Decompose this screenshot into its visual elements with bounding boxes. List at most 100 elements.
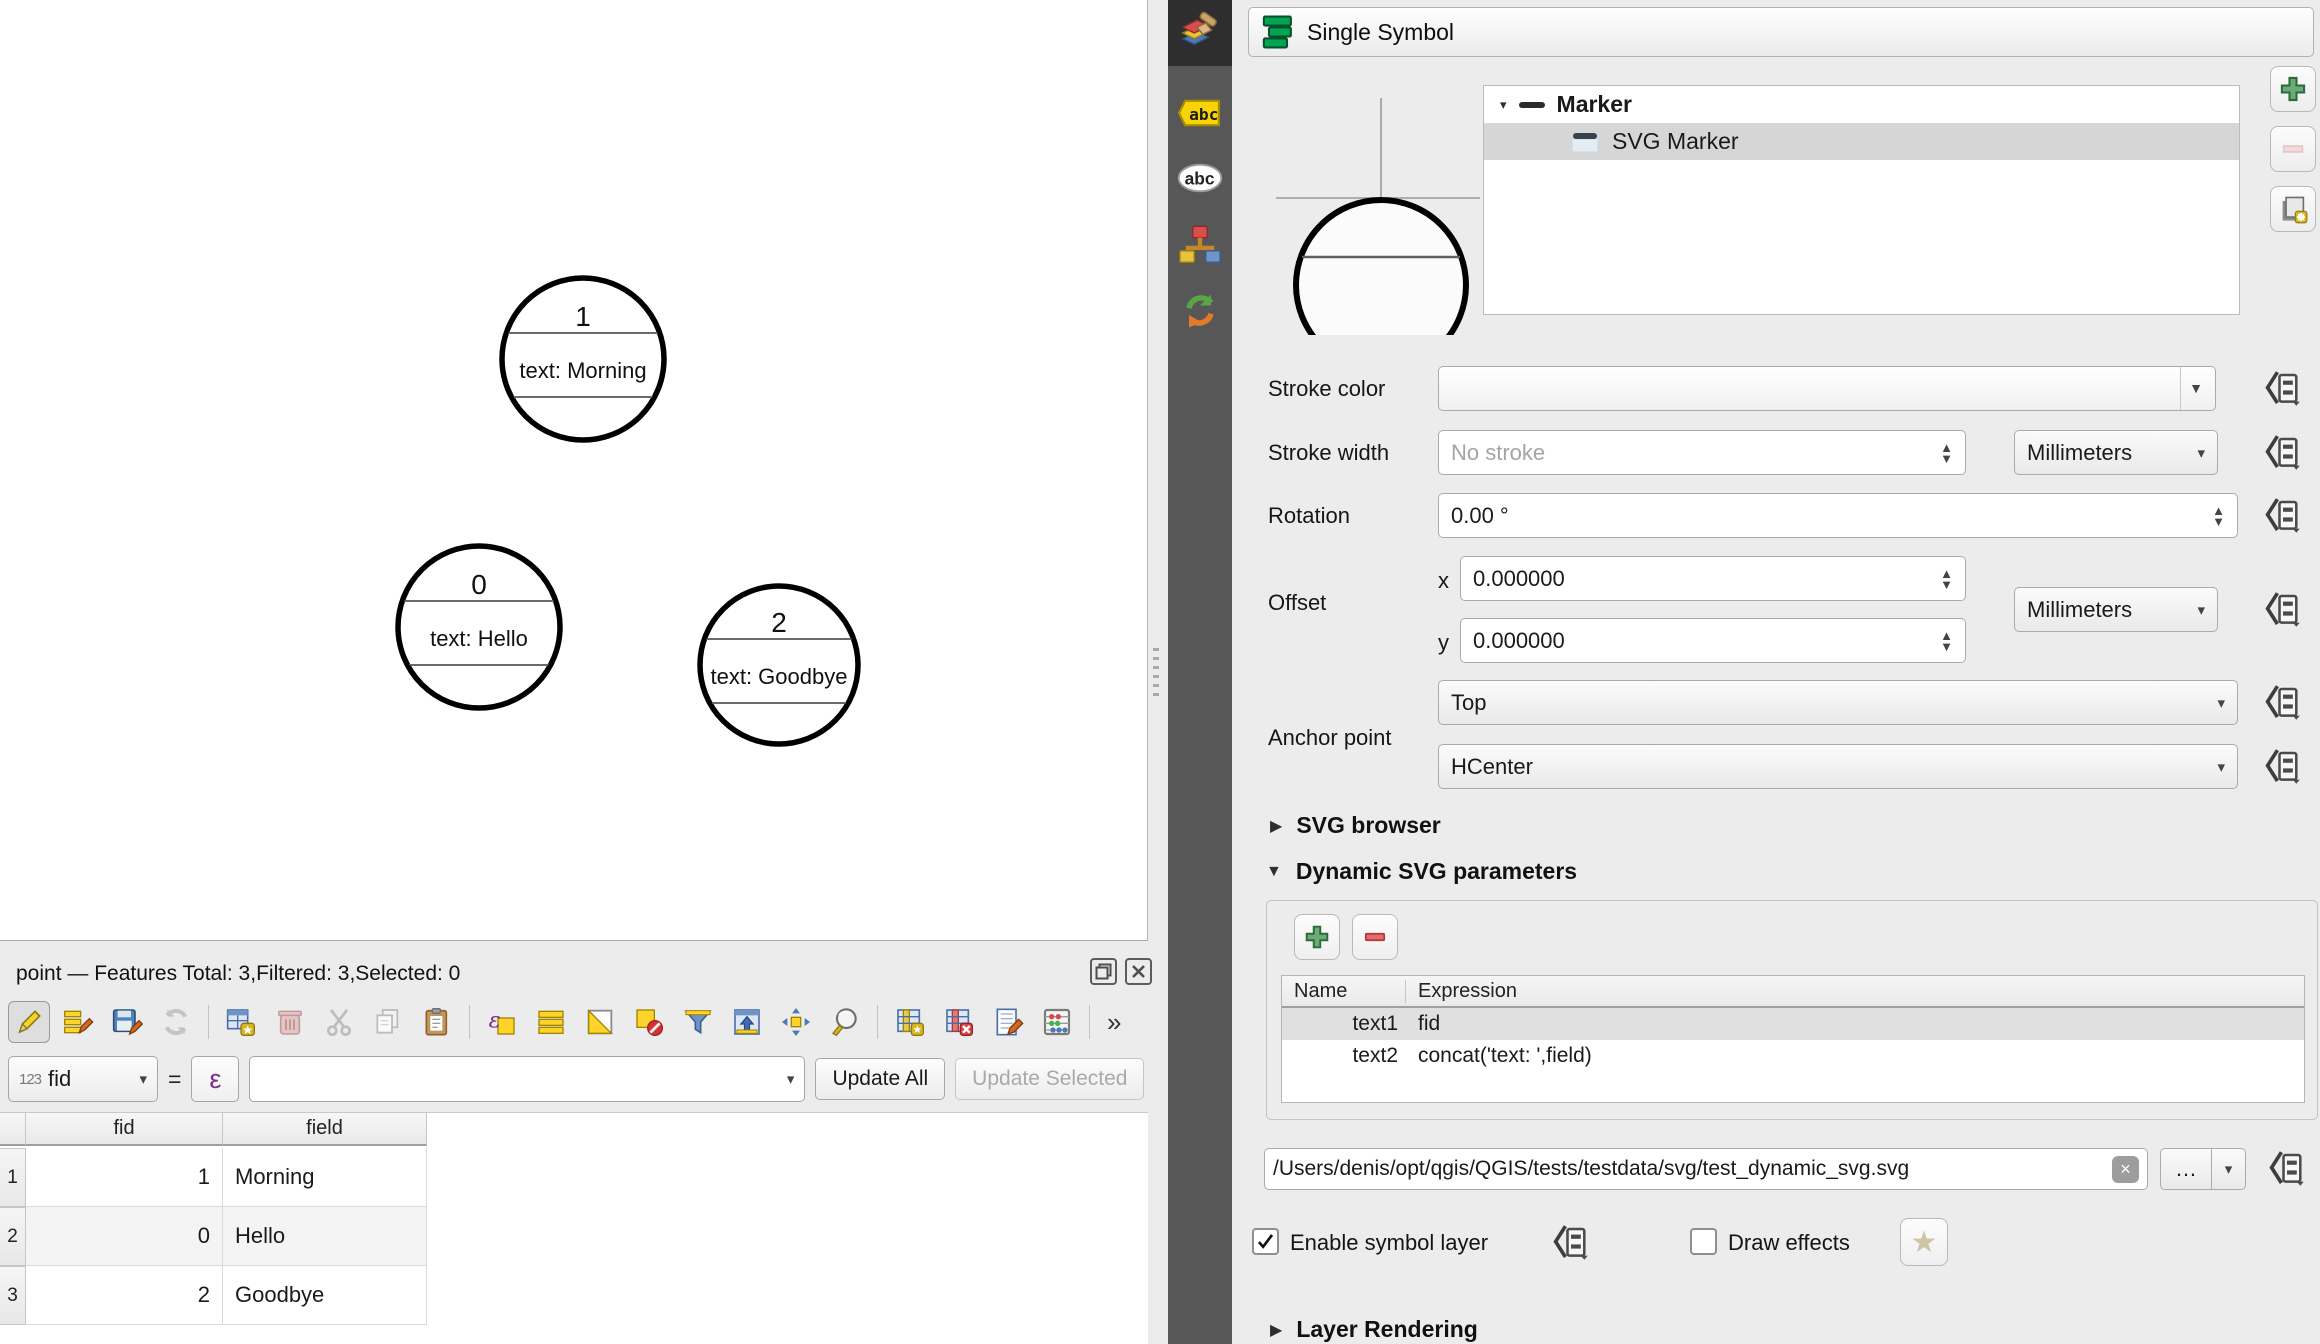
spin-down-icon[interactable]: ▼ bbox=[2212, 515, 2225, 528]
layer-rendering-section-header[interactable]: ▶ Layer Rendering bbox=[1270, 1316, 1478, 1343]
copy-button[interactable] bbox=[367, 1001, 409, 1043]
data-defined-override-button[interactable] bbox=[2262, 682, 2304, 724]
expression-input[interactable]: ▾ bbox=[249, 1056, 806, 1102]
update-all-button[interactable]: Update All bbox=[815, 1058, 946, 1100]
invert-selection-button[interactable] bbox=[579, 1001, 621, 1043]
tab-masks[interactable]: abc bbox=[1168, 145, 1232, 211]
toolbar-overflow-button[interactable]: » bbox=[1101, 1007, 1127, 1038]
data-defined-override-button[interactable] bbox=[2266, 1148, 2308, 1190]
parameter-row[interactable]: text1 fid bbox=[1282, 1008, 2304, 1040]
stroke-width-unit-combo[interactable]: Millimeters ▾ bbox=[2014, 430, 2218, 475]
stroke-width-placeholder: No stroke bbox=[1451, 439, 1546, 465]
offset-unit-combo[interactable]: Millimeters ▾ bbox=[2014, 587, 2218, 632]
row-number[interactable]: 2 bbox=[0, 1207, 26, 1266]
data-defined-override-button[interactable] bbox=[2262, 495, 2304, 537]
cut-button[interactable] bbox=[318, 1001, 360, 1043]
pan-to-selection-button[interactable] bbox=[775, 1001, 817, 1043]
add-symbol-layer-button[interactable] bbox=[2270, 66, 2316, 112]
field-selector-combo[interactable]: 123 fid ▾ bbox=[8, 1056, 158, 1102]
save-edits-button[interactable] bbox=[106, 1001, 148, 1043]
corner-header[interactable] bbox=[0, 1113, 26, 1146]
customize-effects-button[interactable]: ★ bbox=[1900, 1218, 1948, 1266]
grid-cell-fid[interactable]: 1 bbox=[26, 1148, 223, 1207]
grid-cell-fid[interactable]: 2 bbox=[26, 1266, 223, 1325]
add-feature-button[interactable] bbox=[220, 1001, 262, 1043]
paste-button[interactable] bbox=[416, 1001, 458, 1043]
spin-down-icon[interactable]: ▼ bbox=[1940, 578, 1953, 591]
multiedit-button[interactable] bbox=[57, 1001, 99, 1043]
tab-history[interactable] bbox=[1168, 278, 1232, 344]
chevron-down-icon[interactable]: ▾ bbox=[2212, 1148, 2246, 1190]
data-defined-override-button[interactable] bbox=[2262, 368, 2304, 410]
grid-cell-field[interactable]: Goodbye bbox=[223, 1266, 427, 1325]
chevron-down-icon[interactable]: ▼ bbox=[2180, 367, 2203, 410]
offset-label: Offset bbox=[1268, 590, 1327, 615]
filter-select-button[interactable] bbox=[677, 1001, 719, 1043]
renderer-header[interactable]: Single Symbol bbox=[1248, 7, 2314, 57]
chevron-down-icon: ▾ bbox=[2197, 444, 2205, 462]
svg-marker-thumbnail bbox=[1571, 132, 1599, 152]
browse-button[interactable]: … bbox=[2160, 1148, 2212, 1190]
tab-symbology[interactable] bbox=[1168, 0, 1232, 66]
column-header-fid[interactable]: fid bbox=[26, 1113, 223, 1146]
reload-table-button[interactable] bbox=[155, 1001, 197, 1043]
data-defined-override-button[interactable] bbox=[2262, 589, 2304, 631]
row-number[interactable]: 1 bbox=[0, 1148, 26, 1207]
tab-styles[interactable] bbox=[1168, 212, 1232, 278]
close-window-button[interactable] bbox=[1125, 958, 1152, 985]
map-canvas[interactable]: 1 text: Morning 0 text: Hello 2 text: Go… bbox=[0, 0, 1148, 941]
collapsed-section-icon: ▶ bbox=[1270, 1321, 1283, 1339]
clear-path-icon[interactable]: × bbox=[2112, 1155, 2139, 1183]
enable-symbol-layer-checkbox[interactable] bbox=[1252, 1228, 1279, 1255]
zoom-to-selection-button[interactable] bbox=[824, 1001, 866, 1043]
offset-y-input[interactable]: 0.000000 ▲ ▼ bbox=[1460, 618, 1966, 663]
draw-effects-checkbox[interactable] bbox=[1690, 1228, 1717, 1255]
grid-cell-fid[interactable]: 0 bbox=[26, 1207, 223, 1266]
data-defined-override-button[interactable] bbox=[1550, 1222, 1592, 1264]
undock-window-button[interactable] bbox=[1090, 958, 1117, 985]
tree-expanded-icon[interactable]: ▾ bbox=[1500, 97, 1507, 113]
deselect-all-button[interactable] bbox=[628, 1001, 670, 1043]
row-number[interactable]: 3 bbox=[0, 1266, 26, 1325]
vertical-splitter-handle[interactable] bbox=[1153, 642, 1159, 698]
dynamic-svg-section-header[interactable]: ▼ Dynamic SVG parameters bbox=[1266, 858, 1577, 885]
offset-x-input[interactable]: 0.000000 ▲ ▼ bbox=[1460, 556, 1966, 601]
save-icon bbox=[112, 1009, 143, 1036]
column-header-field[interactable]: field bbox=[223, 1113, 427, 1146]
add-parameter-button[interactable] bbox=[1294, 914, 1340, 960]
toggle-editing-button[interactable] bbox=[8, 1001, 50, 1043]
new-field-button[interactable] bbox=[889, 1001, 931, 1043]
data-defined-override-button[interactable] bbox=[2262, 746, 2304, 788]
grid-cell-field[interactable]: Morning bbox=[223, 1148, 427, 1207]
grid-cell-field[interactable]: Hello bbox=[223, 1207, 427, 1266]
tab-labels[interactable]: abc bbox=[1168, 80, 1232, 146]
svg-browser-section-header[interactable]: ▶ SVG browser bbox=[1270, 812, 1441, 839]
expression-builder-button[interactable]: ε bbox=[191, 1056, 240, 1102]
anchor-vertical-combo[interactable]: Top ▾ bbox=[1438, 680, 2238, 725]
anchor-horizontal-combo[interactable]: HCenter ▾ bbox=[1438, 744, 2238, 789]
select-all-button[interactable] bbox=[530, 1001, 572, 1043]
tree-item-svg-marker[interactable]: SVG Marker bbox=[1484, 123, 2239, 160]
name-column-header[interactable]: Name bbox=[1282, 979, 1406, 1003]
select-by-expression-button[interactable]: ε bbox=[481, 1001, 523, 1043]
tree-item-marker[interactable]: ▾ Marker bbox=[1484, 86, 2239, 123]
delete-field-button[interactable] bbox=[938, 1001, 980, 1043]
spin-down-icon[interactable]: ▼ bbox=[1940, 640, 1953, 653]
remove-symbol-layer-button[interactable] bbox=[2270, 126, 2316, 172]
parameter-expression: concat('text: ',field) bbox=[1418, 1044, 1592, 1067]
svg-file-path-input[interactable]: /Users/denis/opt/qgis/QGIS/tests/testdat… bbox=[1264, 1148, 2148, 1190]
expression-column-header[interactable]: Expression bbox=[1406, 980, 1517, 1003]
stroke-color-button[interactable]: ▼ bbox=[1438, 366, 2216, 411]
remove-parameter-button[interactable] bbox=[1352, 914, 1398, 960]
parameter-row[interactable]: text2 concat('text: ',field) bbox=[1282, 1040, 2304, 1072]
rotation-input[interactable]: 0.00 ° ▲ ▼ bbox=[1438, 493, 2238, 538]
duplicate-symbol-layer-button[interactable] bbox=[2270, 186, 2316, 232]
data-defined-override-button[interactable] bbox=[2262, 432, 2304, 474]
move-selection-to-top-button[interactable] bbox=[726, 1001, 768, 1043]
edit-fields-button[interactable] bbox=[987, 1001, 1029, 1043]
field-calculator-button[interactable] bbox=[1036, 1001, 1078, 1043]
spin-down-icon[interactable]: ▼ bbox=[1940, 452, 1953, 465]
update-selected-button[interactable]: Update Selected bbox=[955, 1058, 1145, 1100]
delete-selected-button[interactable] bbox=[269, 1001, 311, 1043]
stroke-width-input[interactable]: No stroke ▲ ▼ bbox=[1438, 430, 1966, 475]
